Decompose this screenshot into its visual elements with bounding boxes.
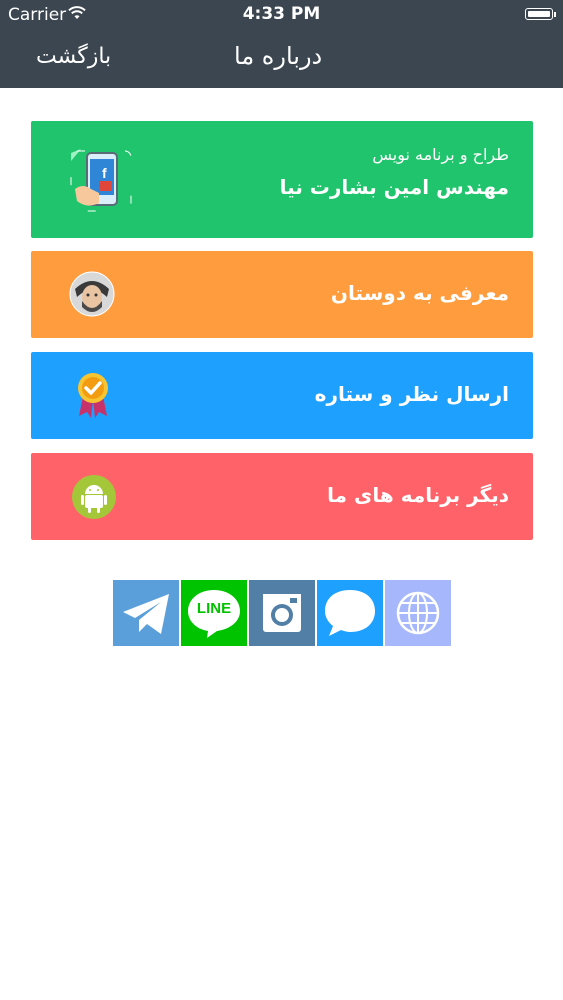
chat-button[interactable]: [317, 580, 383, 646]
chat-bubble-icon: [325, 590, 375, 636]
developer-name: مهندس امین بشارت نیا: [279, 175, 509, 199]
line-button[interactable]: LINE: [181, 580, 247, 646]
line-logo-text: LINE: [196, 600, 232, 617]
battery-icon: [525, 8, 556, 20]
status-bar: Carrier 4:33 PM: [0, 0, 563, 30]
telegram-button[interactable]: [113, 580, 179, 646]
share-with-friends-label: معرفی به دوستان: [330, 281, 509, 305]
instagram-icon: [263, 594, 301, 632]
developer-role: طراح و برنامه نویس: [372, 145, 509, 164]
award-badge-icon: [78, 373, 108, 418]
globe-icon: [396, 591, 440, 635]
developer-card[interactable]: f طراح و برنامه نویس مهندس امین بشارت نی…: [31, 121, 533, 238]
svg-text:f: f: [102, 165, 107, 181]
page-title: درباره ما: [234, 42, 323, 70]
other-apps-label: دیگر برنامه های ما: [327, 483, 509, 507]
android-icon: [72, 475, 116, 519]
instagram-button[interactable]: [249, 580, 315, 646]
rate-and-review-card[interactable]: ارسال نظر و ستاره: [31, 352, 533, 439]
website-button[interactable]: [385, 580, 451, 646]
share-with-friends-card[interactable]: معرفی به دوستان: [31, 251, 533, 338]
other-apps-card[interactable]: دیگر برنامه های ما: [31, 453, 533, 540]
clock: 4:33 PM: [242, 4, 321, 24]
navigation-bar: بازگشت درباره ما: [0, 30, 563, 88]
back-button[interactable]: بازگشت: [36, 44, 111, 69]
telegram-icon: [123, 594, 169, 634]
rate-and-review-label: ارسال نظر و ستاره: [314, 382, 509, 406]
phone-facebook-icon: f: [70, 149, 132, 212]
person-avatar-icon: [69, 271, 115, 317]
